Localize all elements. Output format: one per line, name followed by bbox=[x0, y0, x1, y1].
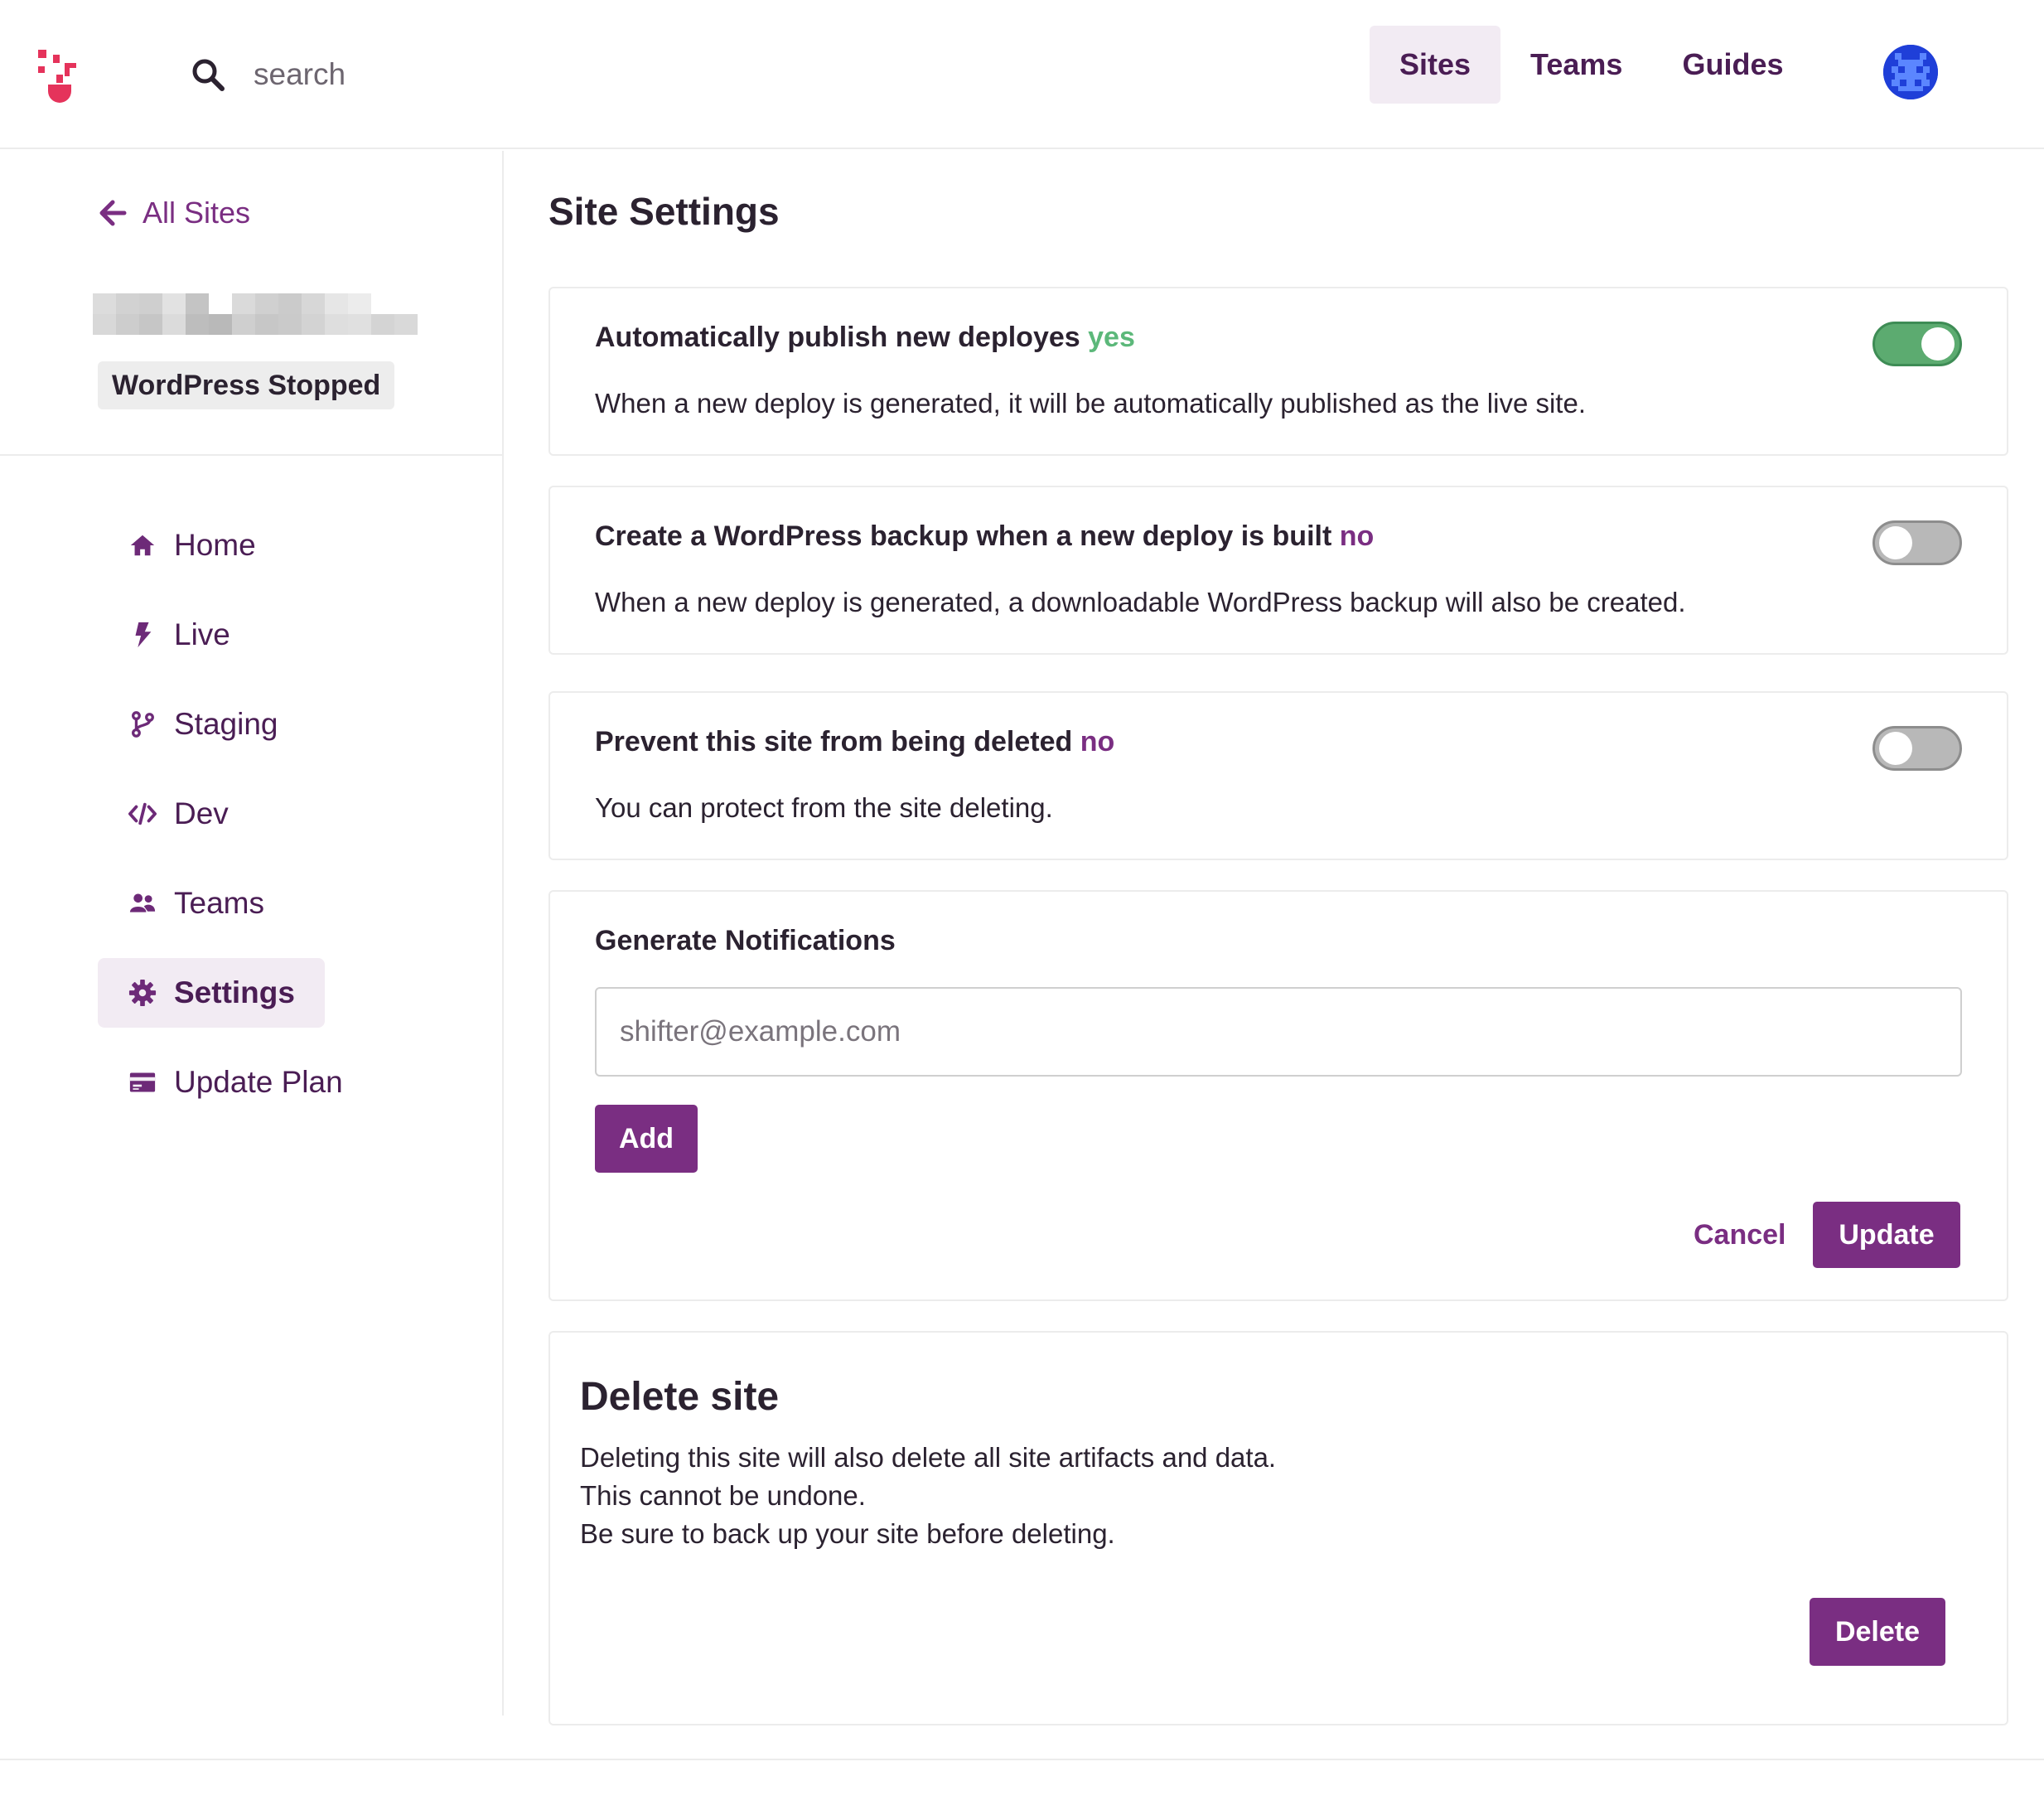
arrow-left-icon bbox=[99, 200, 127, 226]
auto-publish-title: Automatically publish new deployes yes bbox=[595, 322, 1135, 354]
sidebar-item-label: Dev bbox=[174, 796, 229, 830]
sidebar-item-home[interactable]: Home bbox=[98, 511, 286, 580]
gear-icon bbox=[128, 978, 157, 1008]
auto-publish-state: yes bbox=[1088, 322, 1135, 353]
prevent-delete-card: Prevent this site from being deleted no … bbox=[548, 691, 2008, 860]
avatar[interactable] bbox=[1883, 45, 1938, 99]
home-icon bbox=[128, 530, 157, 560]
branch-icon bbox=[128, 709, 157, 739]
backup-state: no bbox=[1339, 520, 1375, 552]
sidebar-item-staging[interactable]: Staging bbox=[98, 690, 308, 759]
sidebar-item-settings[interactable]: Settings bbox=[98, 958, 325, 1028]
notifications-title: Generate Notifications bbox=[595, 925, 896, 956]
top-bar: Sites Teams Guides bbox=[0, 0, 2044, 149]
delete-site-title: Delete site bbox=[580, 1375, 780, 1419]
prevent-delete-description: You can protect from the site deleting. bbox=[595, 792, 1053, 823]
sidebar-divider bbox=[0, 454, 502, 456]
delete-site-warning-line: Deleting this site will also delete all … bbox=[580, 1442, 1277, 1473]
page-title: Site Settings bbox=[548, 190, 780, 233]
sidebar-item-update-plan[interactable]: Update Plan bbox=[98, 1048, 373, 1117]
sidebar-menu: Home Live Staging Dev Teams Settings Upd… bbox=[98, 511, 373, 1137]
cancel-button[interactable]: Cancel bbox=[1694, 1202, 1786, 1268]
update-button[interactable]: Update bbox=[1813, 1202, 1960, 1268]
backup-card: Create a WordPress backup when a new dep… bbox=[548, 486, 2008, 655]
prevent-delete-toggle[interactable] bbox=[1872, 726, 1962, 771]
search-icon[interactable] bbox=[191, 57, 225, 92]
all-sites-label: All Sites bbox=[143, 196, 251, 230]
notification-email-input[interactable] bbox=[595, 987, 1962, 1077]
auto-publish-toggle[interactable] bbox=[1872, 322, 1962, 366]
search-input[interactable] bbox=[254, 57, 502, 92]
sidebar-item-teams[interactable]: Teams bbox=[98, 869, 294, 938]
sidebar: All Sites WordPress Stopped Home Live St… bbox=[0, 151, 504, 1716]
avatar-pixel-icon bbox=[1883, 45, 1938, 99]
delete-site-warning-line: Be sure to back up your site before dele… bbox=[580, 1518, 1115, 1549]
sidebar-item-label: Home bbox=[174, 528, 256, 562]
add-email-button[interactable]: Add bbox=[595, 1105, 698, 1173]
backup-title-text: Create a WordPress backup when a new dep… bbox=[595, 520, 1332, 552]
code-icon bbox=[128, 799, 157, 829]
delete-site-warning-line: This cannot be undone. bbox=[580, 1480, 866, 1511]
prevent-delete-title: Prevent this site from being deleted no bbox=[595, 726, 1114, 758]
backup-title: Create a WordPress backup when a new dep… bbox=[595, 520, 1374, 553]
auto-publish-card: Automatically publish new deployes yes W… bbox=[548, 287, 2008, 456]
search-bar bbox=[191, 48, 502, 101]
site-name-redacted bbox=[93, 293, 418, 335]
nav-guides[interactable]: Guides bbox=[1652, 26, 1813, 104]
auto-publish-description: When a new deploy is generated, it will … bbox=[595, 388, 1586, 419]
sidebar-item-label: Settings bbox=[174, 975, 295, 1009]
nav-teams[interactable]: Teams bbox=[1500, 26, 1652, 104]
delete-site-button[interactable]: Delete bbox=[1810, 1598, 1945, 1666]
auto-publish-title-text: Automatically publish new deployes bbox=[595, 322, 1080, 353]
sidebar-item-dev[interactable]: Dev bbox=[98, 779, 259, 849]
toggle-knob bbox=[1921, 327, 1955, 361]
prevent-delete-title-text: Prevent this site from being deleted bbox=[595, 726, 1073, 757]
delete-site-card: Delete site Deleting this site will also… bbox=[548, 1331, 2008, 1725]
top-nav: Sites Teams Guides bbox=[1370, 26, 1813, 104]
sidebar-item-label: Teams bbox=[174, 886, 264, 920]
nav-sites[interactable]: Sites bbox=[1370, 26, 1501, 104]
status-badge: WordPress Stopped bbox=[98, 361, 395, 409]
notifications-card: Generate Notifications Add Cancel Update bbox=[548, 890, 2008, 1301]
bolt-icon bbox=[128, 620, 157, 650]
all-sites-link[interactable]: All Sites bbox=[98, 196, 250, 230]
card-icon bbox=[128, 1067, 157, 1097]
sidebar-item-label: Staging bbox=[174, 707, 278, 741]
users-icon bbox=[128, 888, 157, 918]
sidebar-item-label: Update Plan bbox=[174, 1065, 343, 1099]
prevent-delete-state: no bbox=[1080, 726, 1115, 757]
backup-toggle[interactable] bbox=[1872, 520, 1962, 565]
toggle-knob bbox=[1879, 732, 1912, 765]
sidebar-item-label: Live bbox=[174, 617, 230, 651]
toggle-knob bbox=[1879, 526, 1912, 559]
shifter-logo-icon[interactable] bbox=[36, 48, 80, 104]
sidebar-item-live[interactable]: Live bbox=[98, 600, 260, 670]
footer-divider bbox=[0, 1759, 2044, 1760]
backup-description: When a new deploy is generated, a downlo… bbox=[595, 587, 1686, 617]
